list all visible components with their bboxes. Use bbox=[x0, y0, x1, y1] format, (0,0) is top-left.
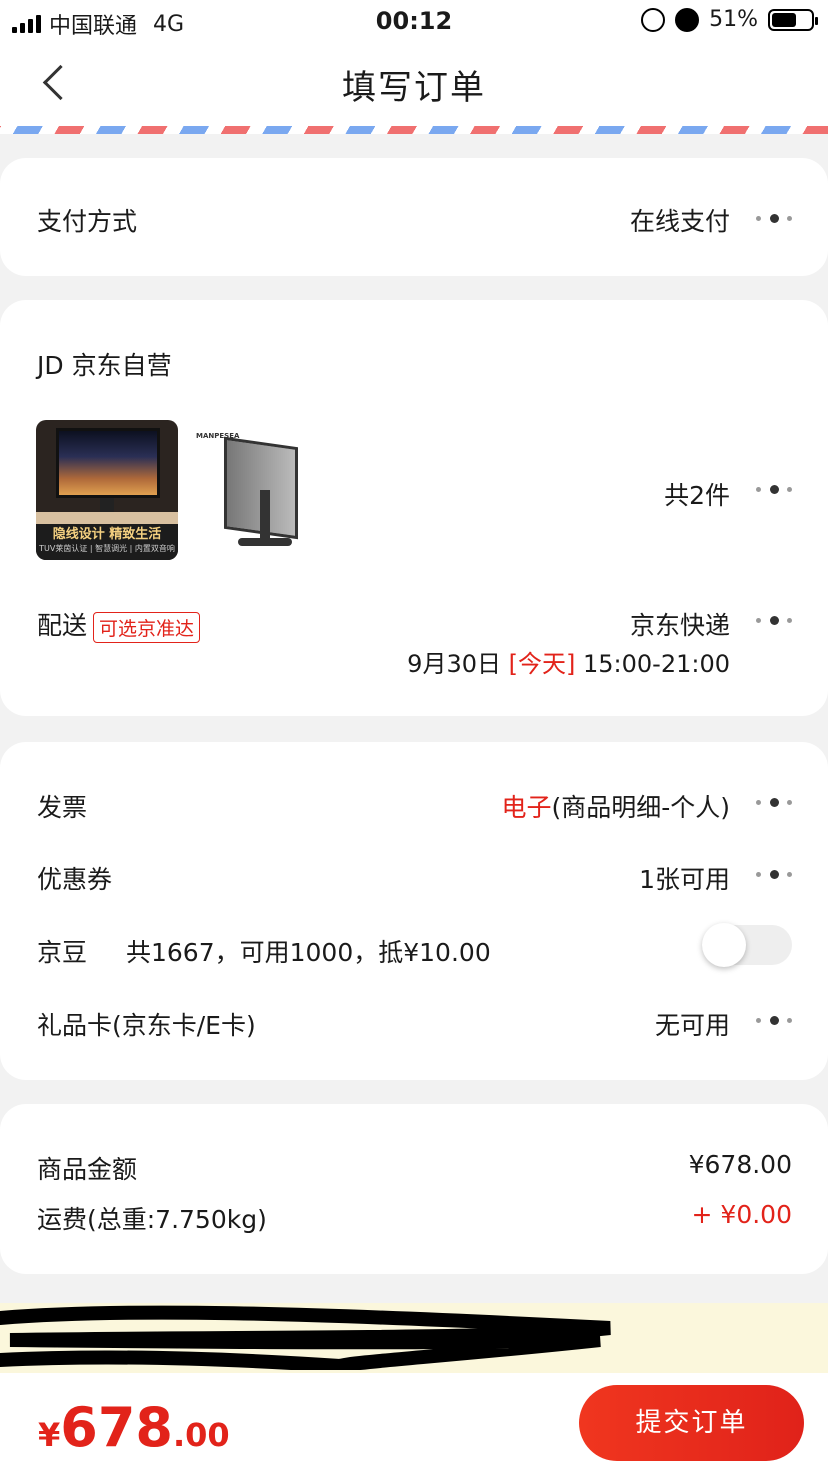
delivery-label: 配送 bbox=[37, 611, 88, 640]
more-dots-icon bbox=[756, 1015, 792, 1025]
envelope-stripe bbox=[0, 126, 828, 134]
delivery-time: 9月30日 [今天] 15:00-21:00 bbox=[407, 644, 730, 679]
product-banner-title: 隐线设计 精致生活 bbox=[52, 527, 162, 542]
shipping-value: + ¥0.00 bbox=[691, 1200, 792, 1229]
item-count-suffix: 件 bbox=[704, 481, 730, 510]
delivery-label-row: 配送 可选京准达 bbox=[37, 606, 201, 643]
invoice-detail: (商品明细-个人) bbox=[551, 793, 730, 822]
status-right: 51% bbox=[641, 7, 818, 32]
options-card: 发票 电子(商品明细-个人) 优惠券 1张可用 京豆 共1667，可用1000，… bbox=[0, 742, 828, 1080]
page-title: 填写订单 bbox=[342, 68, 486, 108]
more-dots-icon bbox=[756, 797, 792, 807]
product-thumbnail-1[interactable]: 隐线设计 精致生活 TUV莱茵认证 | 智慧调光 | 内置双音响 bbox=[36, 420, 178, 560]
jingzhunda-tag[interactable]: 可选京准达 bbox=[93, 611, 201, 643]
invoice-value[interactable]: 电子(商品明细-个人) bbox=[501, 788, 730, 824]
more-dots-icon bbox=[756, 213, 792, 223]
coupon-label: 优惠券 bbox=[37, 865, 113, 894]
beans-label: 京豆 bbox=[37, 938, 88, 967]
coupon-value[interactable]: 1张可用 bbox=[639, 860, 730, 896]
more-dots-icon bbox=[756, 484, 792, 494]
delivery-carrier[interactable]: 京东快递 bbox=[630, 606, 730, 642]
invoice-label: 发票 bbox=[37, 793, 88, 822]
status-bar: 中国联通 4G 00:12 51% bbox=[0, 0, 828, 42]
monitor-base bbox=[238, 538, 292, 546]
invoice-type: 电子 bbox=[501, 793, 552, 822]
battery-percent: 51% bbox=[709, 7, 758, 32]
goods-amount-value: ¥678.00 bbox=[688, 1150, 792, 1179]
more-dots-icon bbox=[756, 869, 792, 879]
summary-card: 商品金额 ¥678.00 运费(总重:7.750kg) + ¥0.00 bbox=[0, 1104, 828, 1274]
item-count-prefix: 共 bbox=[664, 481, 690, 510]
product-banner-sub: TUV莱茵认证 | 智慧调光 | 内置双音响 bbox=[39, 544, 175, 553]
submit-order-button[interactable]: 提交订单 bbox=[579, 1385, 804, 1461]
giftcard-value[interactable]: 无可用 bbox=[655, 1006, 730, 1042]
rotation-lock-icon bbox=[641, 7, 666, 32]
desk-surface bbox=[36, 512, 178, 524]
shop-name: JD 京东自营 bbox=[37, 351, 172, 380]
item-count[interactable]: 共2件 bbox=[664, 476, 730, 512]
delivery-time-range: 15:00-21:00 bbox=[583, 650, 730, 678]
nav-bar: 填写订单 bbox=[0, 42, 828, 128]
product-banner: 隐线设计 精致生活 TUV莱茵认证 | 智慧调光 | 内置双音响 bbox=[36, 524, 178, 560]
more-dots-icon bbox=[756, 615, 792, 625]
payment-value: 在线支付 bbox=[629, 207, 730, 236]
total-price: ¥678.00 bbox=[38, 1396, 230, 1459]
payment-label: 支付方式 bbox=[37, 207, 138, 236]
battery-icon bbox=[768, 8, 818, 31]
total-decimal: .00 bbox=[173, 1416, 230, 1454]
goods-amount-label: 商品金额 bbox=[37, 1155, 138, 1184]
monitor-stand bbox=[260, 490, 270, 542]
beans-toggle[interactable] bbox=[702, 923, 792, 967]
delivery-today: [今天] bbox=[508, 650, 576, 678]
payment-card[interactable]: 支付方式 在线支付 bbox=[0, 158, 828, 276]
redaction-scribble bbox=[0, 1305, 611, 1370]
total-integer: 678 bbox=[60, 1396, 173, 1459]
total-currency: ¥ bbox=[38, 1416, 61, 1454]
giftcard-label: 礼品卡(京东卡/E卡) bbox=[37, 1011, 256, 1040]
monitor-stand bbox=[100, 498, 114, 512]
product-thumbnail-2[interactable]: MANPESEA bbox=[196, 432, 306, 552]
monitor-screen-image bbox=[56, 428, 160, 498]
alarm-icon bbox=[675, 7, 700, 32]
beans-detail: 共1667，可用1000，抵¥10.00 bbox=[126, 938, 491, 967]
shipping-label: 运费(总重:7.750kg) bbox=[37, 1205, 267, 1234]
item-count-number: 2 bbox=[689, 481, 705, 510]
delivery-date: 9月30日 bbox=[407, 650, 501, 678]
toggle-knob bbox=[702, 923, 746, 967]
